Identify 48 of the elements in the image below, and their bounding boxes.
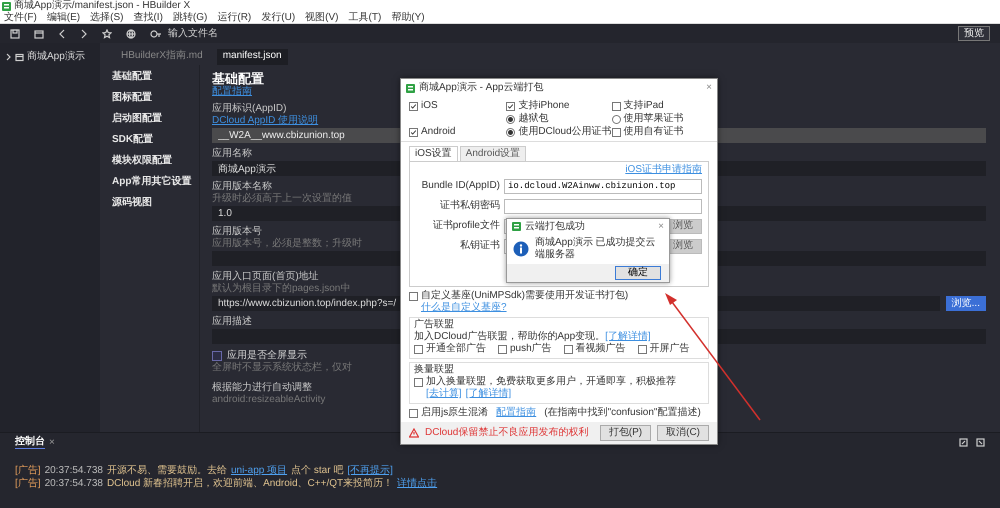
- field-label: 根据能力进行自动调整: [212, 382, 312, 393]
- field-label: 应用描述: [212, 316, 252, 327]
- option-label: 支持iPad: [624, 100, 664, 112]
- log-time: 20:37:54.738: [44, 465, 103, 477]
- log-tag: [广告]: [15, 478, 41, 490]
- message-text: 商城App演示 已成功提交云端服务器: [535, 237, 657, 261]
- option-label: 使用苹果证书: [624, 113, 684, 125]
- group-text: 加入DCloud广告联盟，帮助你的App变现。: [414, 331, 606, 342]
- group-title: 换量联盟: [414, 364, 455, 376]
- log-text: 开源不易、需要鼓励。去给: [106, 465, 227, 477]
- option-label: 看视频广告: [576, 343, 626, 355]
- dialog-title: 云端打包成功: [525, 220, 585, 232]
- field-label: 应用名称: [212, 148, 252, 159]
- log-text: 点个 star 吧: [291, 465, 344, 477]
- dialog-title: 商城App演示 - App云端打包: [419, 82, 544, 94]
- option-label: 加入换量联盟，免费获取更多用户，开通即享，积极推荐: [426, 376, 676, 388]
- option-label: 启用js原生混淆: [421, 407, 488, 419]
- option-label: 使用自有证书: [624, 126, 684, 138]
- option-label: 开屏广告: [650, 343, 690, 355]
- field-hint: android:resizeableActivity: [212, 394, 326, 405]
- option-label: 自定义基座(UniMPSdk)需要使用开发证书打包): [421, 290, 628, 302]
- help-note: (在指南中找到"confusion"配置描述): [544, 407, 701, 419]
- field-hint: 默认为根目录下的pages.json中: [212, 283, 350, 294]
- option-label: push广告: [510, 343, 552, 355]
- log-text: DCloud 新春招聘开启，欢迎前端、Android、C++/QT来投简历！: [106, 478, 394, 490]
- log-tag: [广告]: [15, 465, 41, 477]
- option-label: 使用DCloud公用证书: [518, 126, 612, 138]
- log-time: 20:37:54.738: [44, 478, 103, 490]
- field-label: 应用版本号: [212, 226, 262, 237]
- field-label: 证书私钥密码: [439, 200, 500, 212]
- option-label: 越狱包: [518, 113, 548, 125]
- field-label: 应用标识(AppID): [212, 103, 286, 114]
- field-hint: 全屏时不显示系统状态栏，仅对: [212, 362, 352, 373]
- group-title: 广告联盟: [414, 319, 455, 330]
- option-label: iOS: [421, 100, 438, 112]
- field-label: 私钥证书: [459, 240, 500, 252]
- field-label: 应用入口页面(首页)地址: [212, 271, 319, 282]
- field-label: Bundle ID(AppID): [420, 180, 500, 192]
- checkbox-label: 应用是否全屏显示: [227, 350, 307, 362]
- section-title: 基础配置: [212, 71, 265, 86]
- option-label: 开通全部广告: [426, 343, 486, 355]
- field-hint: 应用版本号，必须是整数；升级时: [212, 238, 362, 249]
- field-label: 证书profile文件: [432, 220, 500, 232]
- field-hint: 升级时必须高于上一次设置的值: [212, 193, 352, 204]
- warning-text: DCloud保留禁止不良应用发布的权利: [425, 427, 588, 439]
- option-label: Android: [421, 126, 456, 138]
- field-label: 应用版本名称: [212, 181, 272, 192]
- option-label: 支持iPhone: [518, 100, 570, 112]
